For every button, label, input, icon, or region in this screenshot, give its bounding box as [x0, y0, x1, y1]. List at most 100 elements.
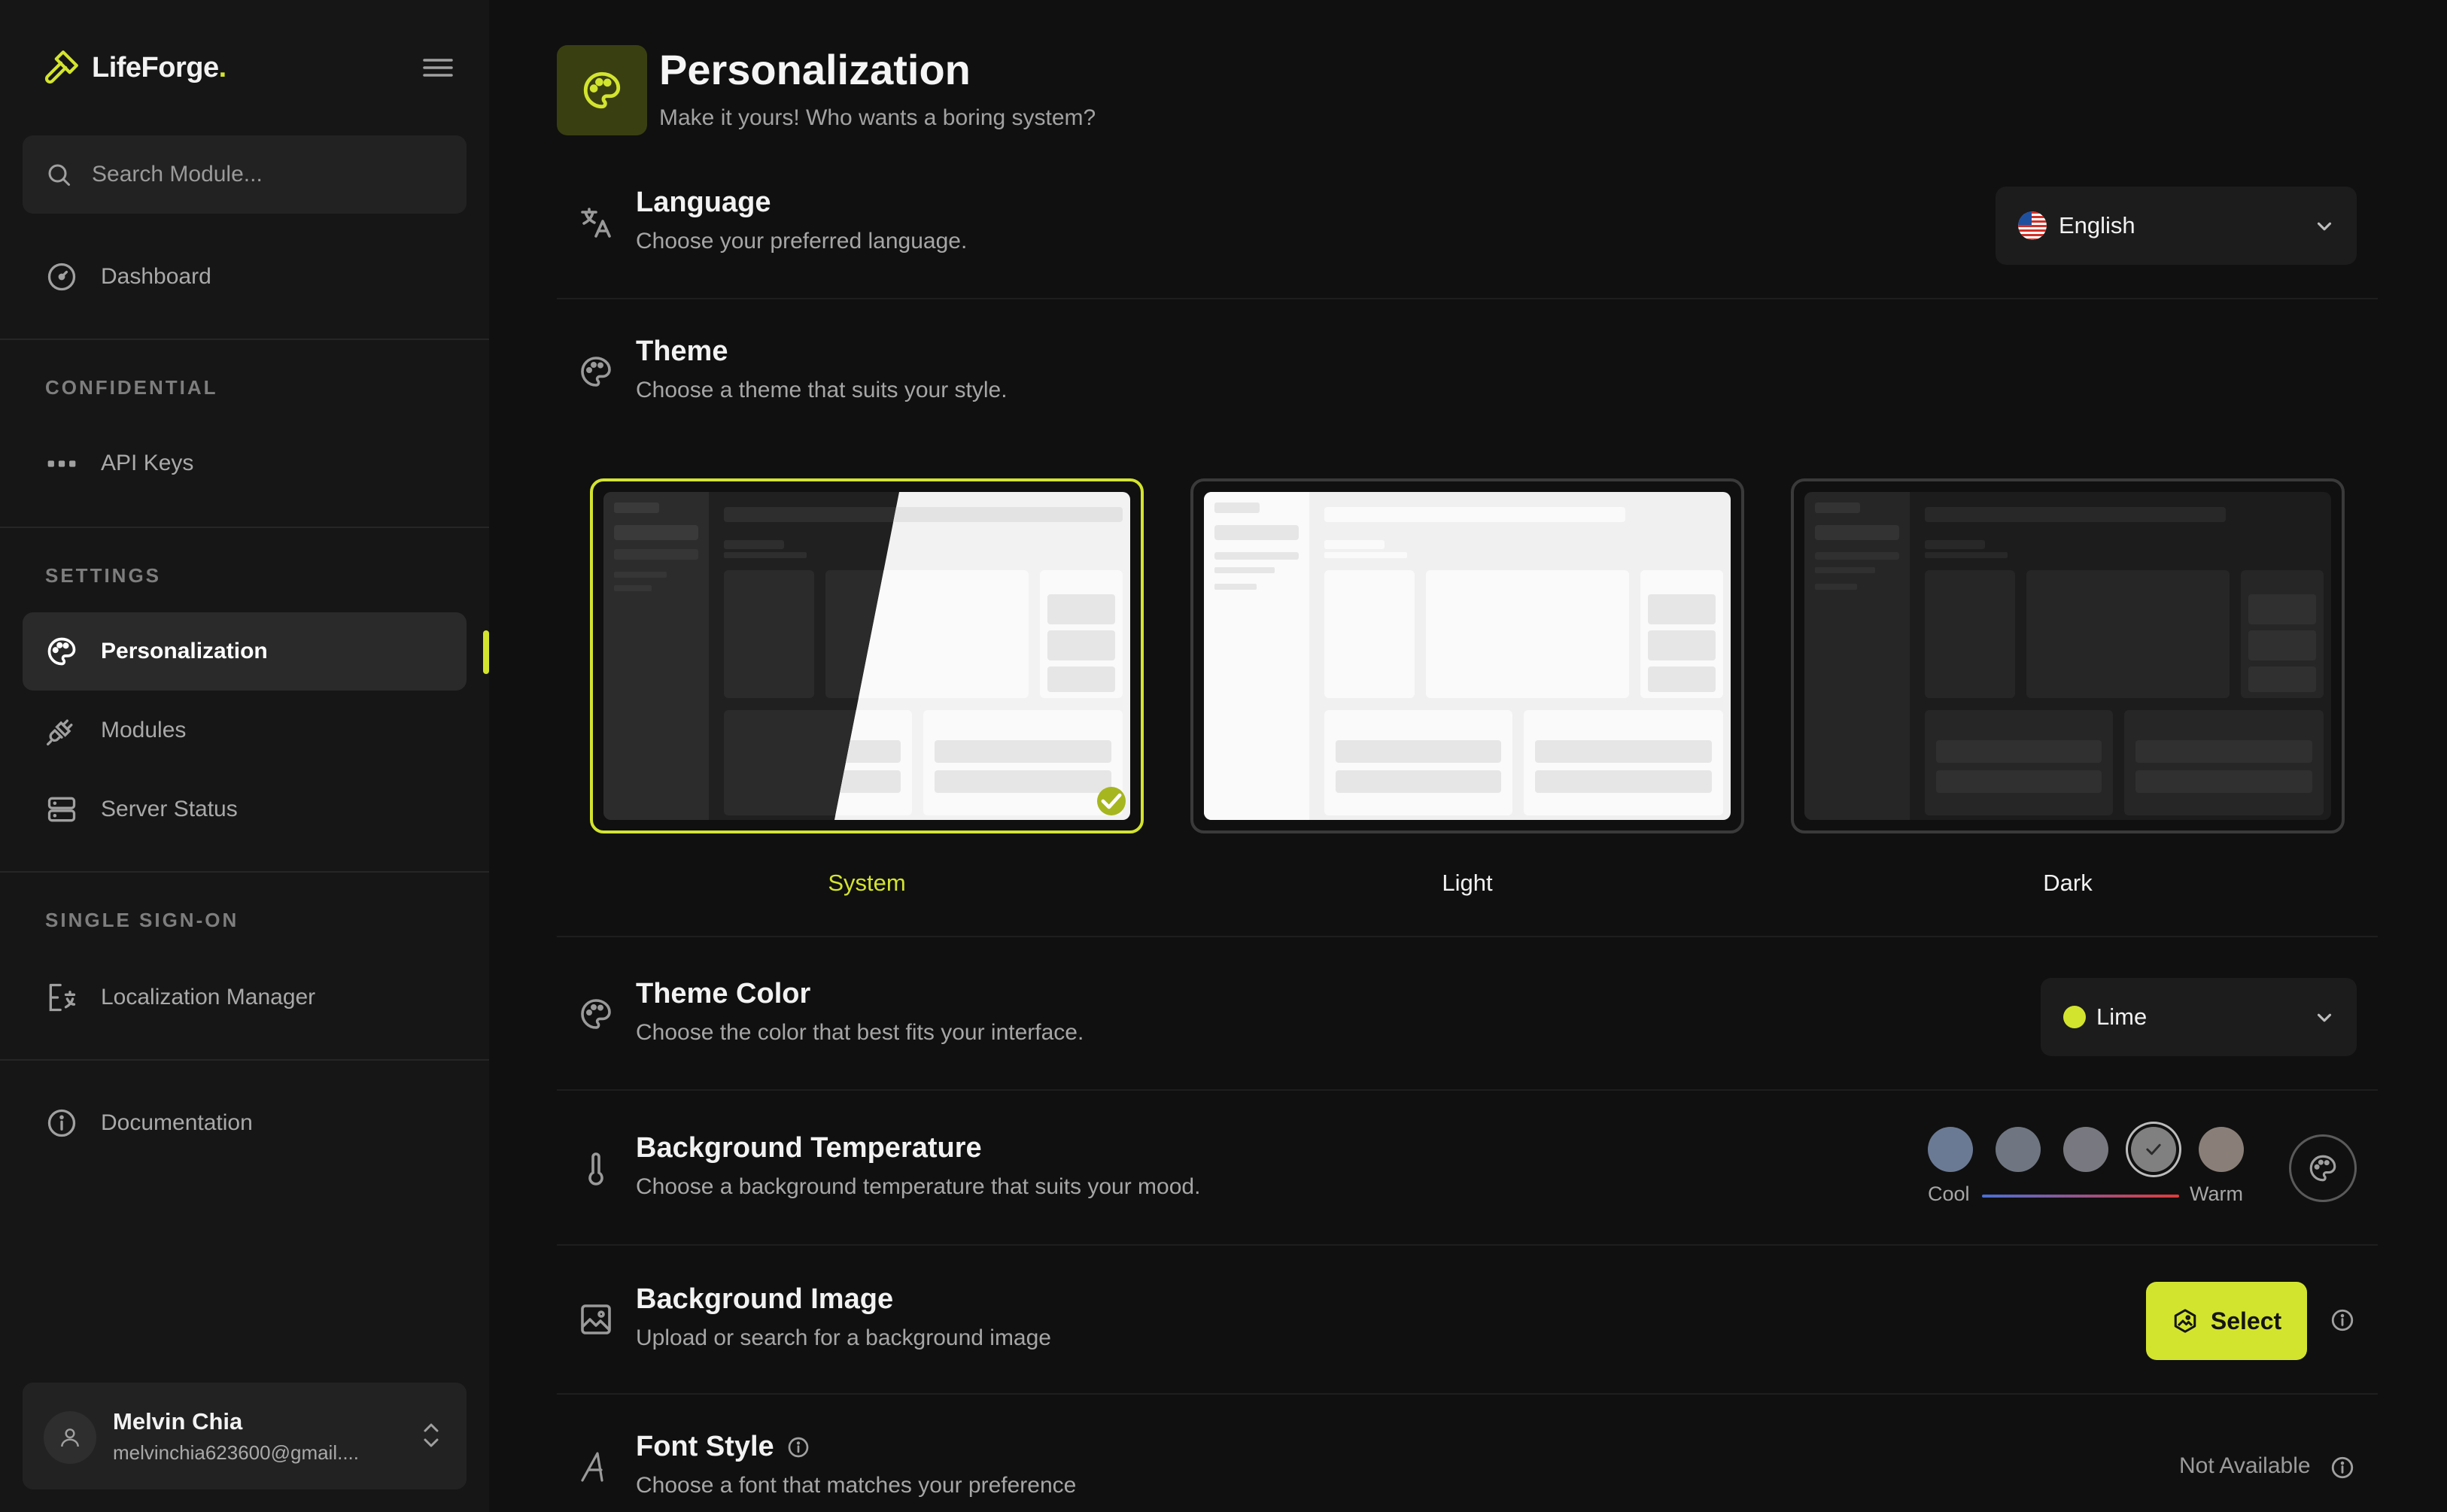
image-hexagon-icon	[2174, 1309, 2196, 1333]
background-image-description: Upload or search for a background image	[636, 1325, 1051, 1350]
temperature-swatch-5[interactable]	[2199, 1127, 2244, 1172]
sidebar-item-documentation[interactable]: Documentation	[23, 1084, 467, 1162]
lime-swatch-icon	[2063, 1006, 2086, 1028]
temperature-swatch-2[interactable]	[1996, 1127, 2041, 1172]
theme-option-light[interactable]	[1190, 478, 1744, 833]
avatar	[44, 1411, 96, 1464]
sidebar-item-modules[interactable]: Modules	[23, 691, 467, 770]
section-title-sso: SINGLE SIGN-ON	[45, 909, 239, 931]
dark-theme-preview	[1804, 492, 2331, 820]
font-icon	[581, 1452, 603, 1482]
theme-label-dark[interactable]: Dark	[1791, 870, 2345, 897]
theme-label-light[interactable]: Light	[1190, 870, 1744, 897]
temperature-gradient-line	[1982, 1195, 2179, 1198]
temperature-swatch-4[interactable]	[2131, 1127, 2176, 1172]
info-icon[interactable]	[2330, 1455, 2355, 1480]
palette-icon	[2309, 1155, 2336, 1182]
user-account-card[interactable]: Melvin Chia melvinchia623600@gmail....	[23, 1383, 467, 1489]
language-selected: English	[2059, 212, 2135, 238]
row-separator	[557, 1393, 2378, 1395]
user-email: melvinchia623600@gmail....	[113, 1441, 360, 1464]
select-background-button[interactable]: Select	[2146, 1282, 2307, 1360]
font-style-status: Not Available	[2179, 1453, 2311, 1478]
theme-color-select[interactable]: Lime	[2041, 978, 2357, 1056]
page-title: Personalization	[659, 46, 971, 93]
info-circle-icon	[47, 1109, 76, 1137]
chevrons-up-down-icon[interactable]	[420, 1419, 442, 1452]
background-temperature-description: Choose a background temperature that sui…	[636, 1174, 1201, 1199]
theme-color-selected: Lime	[2096, 1003, 2148, 1030]
module-search[interactable]	[23, 135, 467, 214]
background-image-title: Background Image	[636, 1283, 894, 1315]
search-input[interactable]	[92, 162, 438, 187]
temperature-swatch-3[interactable]	[2063, 1127, 2108, 1172]
sidebar-divider	[0, 871, 489, 873]
language-select[interactable]: English	[1996, 187, 2357, 265]
row-separator	[557, 298, 2378, 299]
thermometer-icon	[588, 1152, 603, 1186]
language-description: Choose your preferred language.	[636, 229, 968, 254]
sidebar-item-server-status[interactable]: Server Status	[23, 770, 467, 849]
theme-label-system[interactable]: System	[590, 870, 1144, 897]
page-subtitle: Make it yours! Who wants a boring system…	[659, 105, 1096, 130]
palette-icon	[581, 357, 611, 387]
sidebar: LifeForge. Dashboard CONFIDENTIAL API Ke…	[0, 0, 489, 1512]
row-separator	[557, 936, 2378, 937]
light-theme-preview	[1204, 492, 1731, 820]
palette-icon	[581, 999, 611, 1029]
us-flag-icon	[2018, 211, 2047, 240]
chevron-down-icon	[2317, 222, 2332, 231]
row-separator	[557, 1244, 2378, 1246]
user-name: Melvin Chia	[113, 1408, 243, 1435]
custom-temperature-button[interactable]	[2289, 1134, 2357, 1202]
sidebar-item-label: Modules	[101, 718, 187, 742]
info-icon[interactable]	[786, 1435, 810, 1459]
font-style-title-row: Font Style	[636, 1431, 810, 1463]
theme-color-title: Theme Color	[636, 978, 811, 1010]
sidebar-item-localization-manager[interactable]: Localization Manager	[23, 958, 467, 1037]
sidebar-item-label: Documentation	[101, 1110, 253, 1135]
sidebar-item-label: Personalization	[101, 639, 268, 663]
gauge-icon	[47, 263, 76, 291]
chevron-down-icon	[2317, 1013, 2332, 1022]
selected-check-icon	[1097, 787, 1126, 815]
select-button-label: Select	[2210, 1307, 2282, 1334]
temperature-warm-label: Warm	[2190, 1183, 2243, 1205]
check-icon	[2146, 1143, 2161, 1155]
sidebar-divider	[0, 339, 489, 340]
search-icon	[48, 164, 70, 186]
sidebar-divider	[0, 527, 489, 528]
theme-description: Choose a theme that suits your style.	[636, 378, 1008, 402]
sidebar-item-personalization[interactable]: Personalization	[23, 612, 467, 691]
font-style-title: Font Style	[636, 1431, 774, 1462]
asterisks-icon	[47, 460, 76, 467]
sidebar-divider	[0, 1059, 489, 1061]
language-icon	[49, 983, 76, 1012]
active-indicator	[483, 630, 489, 674]
sidebar-item-label: Server Status	[101, 797, 238, 821]
theme-color-description: Choose the color that best fits your int…	[636, 1020, 1084, 1045]
theme-option-system[interactable]	[590, 478, 1144, 833]
plug-icon	[47, 719, 73, 745]
translate-icon	[581, 208, 611, 238]
section-title-settings: SETTINGS	[45, 564, 162, 587]
image-icon	[581, 1304, 611, 1334]
theme-option-dark[interactable]	[1791, 478, 2345, 833]
info-icon[interactable]	[2330, 1307, 2355, 1333]
palette-icon	[47, 637, 76, 666]
menu-toggle-icon[interactable]	[421, 54, 454, 81]
brand[interactable]: LifeForge.	[42, 45, 226, 90]
brand-name: LifeForge.	[92, 51, 226, 83]
temperature-swatch-1[interactable]	[1928, 1127, 1973, 1172]
sidebar-item-api-keys[interactable]: API Keys	[23, 424, 467, 502]
sidebar-item-label: Localization Manager	[101, 985, 316, 1010]
temperature-cool-label: Cool	[1928, 1183, 1970, 1205]
language-title: Language	[636, 187, 771, 218]
palette-icon	[583, 71, 621, 109]
font-style-description: Choose a font that matches your preferen…	[636, 1473, 1077, 1498]
section-title-confidential: CONFIDENTIAL	[45, 376, 218, 399]
sidebar-item-dashboard[interactable]: Dashboard	[23, 238, 467, 316]
sidebar-item-label: Dashboard	[101, 264, 211, 289]
page-icon	[557, 45, 647, 135]
sidebar-item-label: API Keys	[101, 451, 194, 475]
